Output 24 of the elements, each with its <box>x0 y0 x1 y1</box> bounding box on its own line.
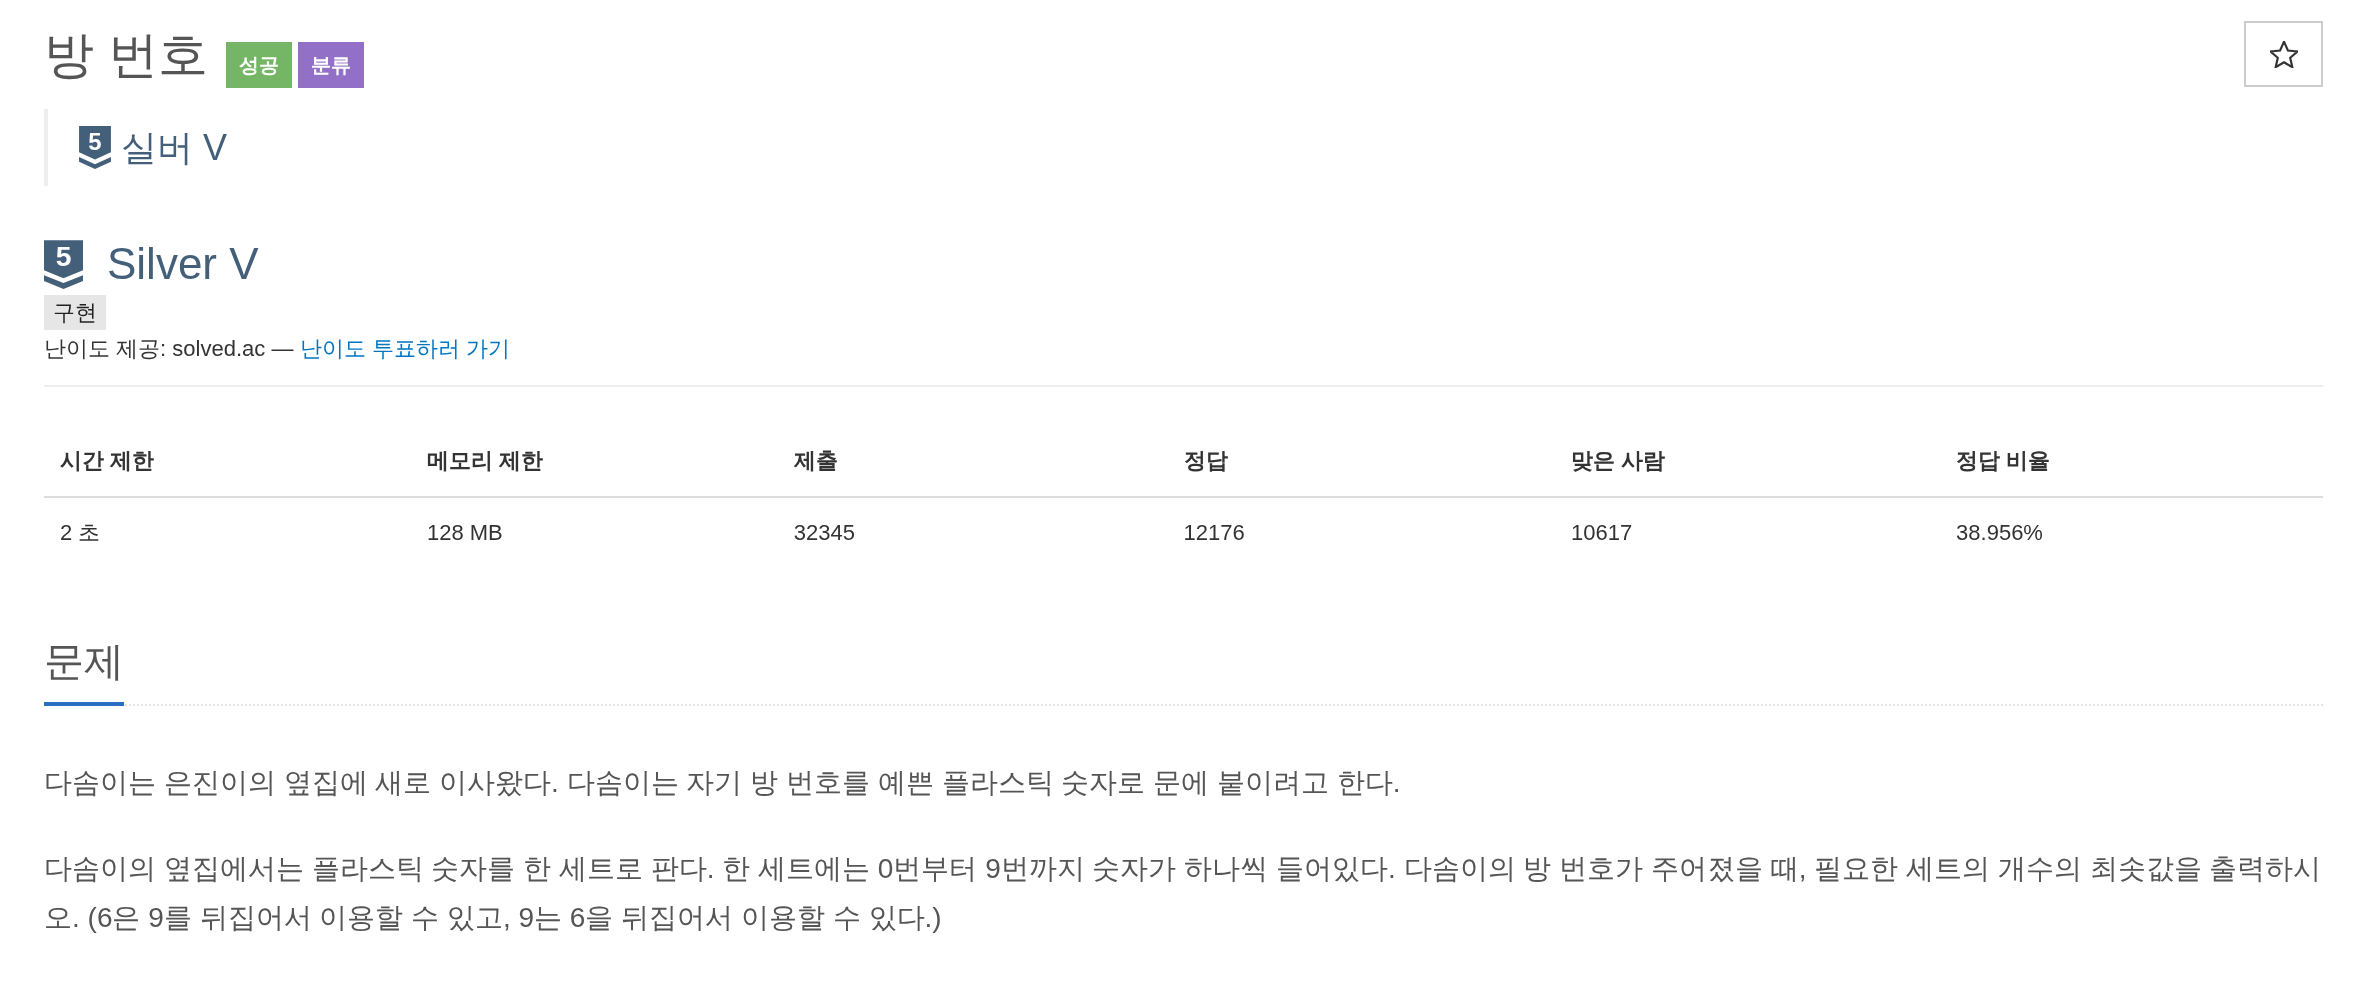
table-cell: 128 MB <box>410 497 778 568</box>
problem-paragraph: 다솜이의 옆집에서는 플라스틱 숫자를 한 세트로 판다. 한 세트에는 0번부터 9번까지 숫자가 하나씩 들어있다. 다솜이의 방 번호가 주어졌을 때, 필요한 세트의 개수의 최솟값을 출력하시오. (6은 9를 뒤집어서 이용할 수 있고, 9는 6을 뒤집어서 이용할 수 있다.) <box>44 852 2323 935</box>
table-cell: 10617 <box>1554 497 1941 568</box>
column-header: 메모리 제한 <box>410 425 778 497</box>
column-header: 시간 제한 <box>44 425 411 497</box>
table-cell: 12176 <box>1167 497 1555 568</box>
problem-paragraph: 다솜이는 은진이의 옆집에 새로 이사왔다. 다솜이는 자기 방 번호를 예쁜 플라스틱 숫자로 문에 붙이려고 한다. <box>44 766 1402 800</box>
status-badge[interactable]: 성공 <box>225 42 292 88</box>
tier-label: 실버 V <box>121 125 227 170</box>
table-cell: 38.956% <box>1940 497 2323 568</box>
status-badge[interactable]: 분류 <box>297 42 364 88</box>
column-header: 제출 <box>777 425 1168 497</box>
difficulty-credit: 난이도 제공: solved.ac — 난이도 투표하러 가기 <box>44 335 511 363</box>
column-header: 정답 비율 <box>1940 425 2323 497</box>
table-cell: 2 초 <box>44 497 411 568</box>
column-header: 정답 <box>1167 425 1555 497</box>
section-heading: 문제 <box>44 632 124 706</box>
problem-title: 방 번호 <box>44 26 208 85</box>
algorithm-tag[interactable]: 구현 <box>44 295 106 330</box>
table-cell: 32345 <box>777 497 1168 568</box>
vote-link[interactable]: 난이도 투표하러 가기 <box>299 336 510 361</box>
favorite-button[interactable] <box>2244 21 2323 87</box>
tier-label: Silver V <box>107 239 259 289</box>
column-header: 맞은 사람 <box>1554 425 1941 497</box>
